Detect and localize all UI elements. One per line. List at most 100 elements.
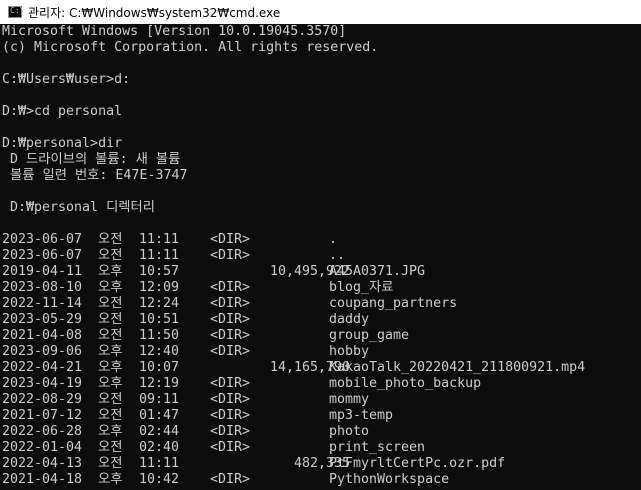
entry-type: <DIR> xyxy=(210,440,251,455)
entry-time: 02:40 xyxy=(139,440,180,455)
entry-ampm: 오후 xyxy=(98,360,123,375)
entry-name: mp3-temp xyxy=(329,408,394,423)
dir-entry-row: 2022-11-14 오전 12:24 <DIR> coupang_partners xyxy=(2,296,641,312)
console-line: D 드라이브의 볼륨: 새 볼륨 xyxy=(2,152,181,167)
entry-date: 2023-06-07 xyxy=(2,232,83,247)
entry-date: 2021-04-08 xyxy=(2,328,83,343)
entry-date: 2022-08-29 xyxy=(2,392,83,407)
entry-name: A45A0371.JPG xyxy=(329,264,426,279)
dir-entry-row: 2022-06-28 오후 02:44 <DIR> photo xyxy=(2,424,641,440)
entry-ampm: 오후 xyxy=(98,472,123,487)
dir-entry-row: 2023-08-10 오후 12:09 <DIR> blog_자료 xyxy=(2,280,641,296)
entry-name: daddy xyxy=(329,312,370,327)
entry-name: mobile_photo_backup xyxy=(329,376,482,391)
console-line: D:₩personal>dir xyxy=(2,136,123,151)
entry-time: 10:51 xyxy=(139,312,180,327)
entry-time: 12:09 xyxy=(139,280,180,295)
dir-entry-row: 2022-04-13 오전 11:11 482,335 PtFmyrltCertPc.o… xyxy=(2,456,641,472)
entry-ampm: 오전 xyxy=(98,440,123,455)
entry-type: <DIR> xyxy=(210,344,251,359)
entry-time: 02:44 xyxy=(139,424,180,439)
entry-ampm: 오후 xyxy=(98,424,123,439)
entry-time: 09:11 xyxy=(139,392,180,407)
console-line: C:₩Users₩user>d: xyxy=(2,72,131,87)
entry-name: PythonWorkspace xyxy=(329,472,450,487)
entry-date: 2022-04-21 xyxy=(2,360,83,375)
console-output[interactable]: Microsoft Windows [Version 10.0.19045.35… xyxy=(2,24,641,490)
console-line: D:₩personal 디렉터리 xyxy=(2,200,156,215)
entry-ampm: 오전 xyxy=(98,296,123,311)
entry-date: 2023-05-29 xyxy=(2,312,83,327)
entry-name: coupang_partners xyxy=(329,296,458,311)
entry-date: 2021-07-12 xyxy=(2,408,83,423)
entry-time: 12:40 xyxy=(139,344,180,359)
cmd-console-icon: C:\ xyxy=(8,6,24,18)
entry-date: 2023-06-07 xyxy=(2,248,83,263)
dir-listing: 2023-06-07 오전 11:11 <DIR>. 2023-06-07 오전 11:11… xyxy=(2,232,641,488)
entry-name: blog_자료 xyxy=(329,280,394,295)
dir-entry-row: 2023-05-29 오전 10:51 <DIR> daddy xyxy=(2,312,641,328)
dir-entry-row: 2021-04-18 오후 10:42 <DIR> PythonWorkspace xyxy=(2,472,641,488)
entry-ampm: 오전 xyxy=(98,392,123,407)
entry-name: group_game xyxy=(329,328,410,343)
entry-time: 11:50 xyxy=(139,328,180,343)
entry-time: 12:24 xyxy=(139,296,180,311)
entry-type: <DIR> xyxy=(210,392,251,407)
entry-date: 2022-01-04 xyxy=(2,440,83,455)
entry-date: 2023-08-10 xyxy=(2,280,83,295)
entry-time: 10:57 xyxy=(139,264,180,279)
entry-type: <DIR> xyxy=(210,328,251,343)
entry-type: <DIR> xyxy=(210,408,251,423)
entry-date: 2022-04-13 xyxy=(2,456,83,471)
entry-ampm: 오후 xyxy=(98,376,123,391)
entry-ampm: 오전 xyxy=(98,312,123,327)
entry-ampm: 오후 xyxy=(98,280,123,295)
console-header-lines: Microsoft Windows [Version 10.0.19045.35… xyxy=(2,24,641,232)
entry-time: 11:11 xyxy=(139,456,180,471)
console-line: (c) Microsoft Corporation. All rights re… xyxy=(2,40,379,55)
entry-ampm: 오후 xyxy=(98,344,123,359)
entry-time: 01:47 xyxy=(139,408,180,423)
entry-date: 2022-11-14 xyxy=(2,296,83,311)
dir-entry-row: 2023-04-19 오후 12:19 <DIR> mobile_photo_backu… xyxy=(2,376,641,392)
dir-entry-row: 2019-04-11 오후 10:57 10,495,922 A45A0371.JPG xyxy=(2,264,641,280)
entry-date: 2023-04-19 xyxy=(2,376,83,391)
entry-type: <DIR> xyxy=(210,312,251,327)
entry-ampm: 오후 xyxy=(98,264,123,279)
title-bar[interactable]: C:\ 관리자: C:₩Windows₩system32₩cmd.exe xyxy=(0,0,641,24)
dir-entry-row: 2023-06-07 오전 11:11 <DIR>. xyxy=(2,232,641,248)
entry-ampm: 오전 xyxy=(98,232,123,247)
entry-type: <DIR> xyxy=(210,280,251,295)
entry-name: .. xyxy=(329,248,346,263)
entry-name: KakaoTalk_20220421_211800921.mp4 xyxy=(329,360,586,375)
entry-type: <DIR> xyxy=(210,424,251,439)
entry-date: 2019-04-11 xyxy=(2,264,83,279)
entry-ampm: 오전 xyxy=(98,248,123,263)
entry-name: hobby xyxy=(329,344,370,359)
console-line: 볼륨 일련 번호: E47E-3747 xyxy=(2,168,188,183)
entry-time: 11:11 xyxy=(139,248,180,263)
entry-time: 12:19 xyxy=(139,376,180,391)
dir-entry-row: 2021-04-08 오전 11:50 <DIR> group_game xyxy=(2,328,641,344)
console-line: Microsoft Windows [Version 10.0.19045.35… xyxy=(2,24,347,39)
entry-time: 10:42 xyxy=(139,472,180,487)
entry-date: 2022-06-28 xyxy=(2,424,83,439)
entry-name: photo xyxy=(329,424,370,439)
entry-name: . xyxy=(329,232,338,247)
entry-ampm: 오전 xyxy=(98,456,123,471)
dir-entry-row: 2022-08-29 오전 09:11 <DIR> mommy xyxy=(2,392,641,408)
dir-entry-row: 2021-07-12 오전 01:47 <DIR> mp3-temp xyxy=(2,408,641,424)
entry-name: mommy xyxy=(329,392,370,407)
entry-date: 2021-04-18 xyxy=(2,472,83,487)
entry-name: print_screen xyxy=(329,440,426,455)
window-title: 관리자: C:₩Windows₩system32₩cmd.exe xyxy=(28,5,281,20)
entry-date: 2023-09-06 xyxy=(2,344,83,359)
dir-entry-row: 2022-04-21 오후 10:07 14,165,790 KakaoTalk_202… xyxy=(2,360,641,376)
console-line: D:₩>cd personal xyxy=(2,104,123,119)
entry-time: 10:07 xyxy=(139,360,180,375)
